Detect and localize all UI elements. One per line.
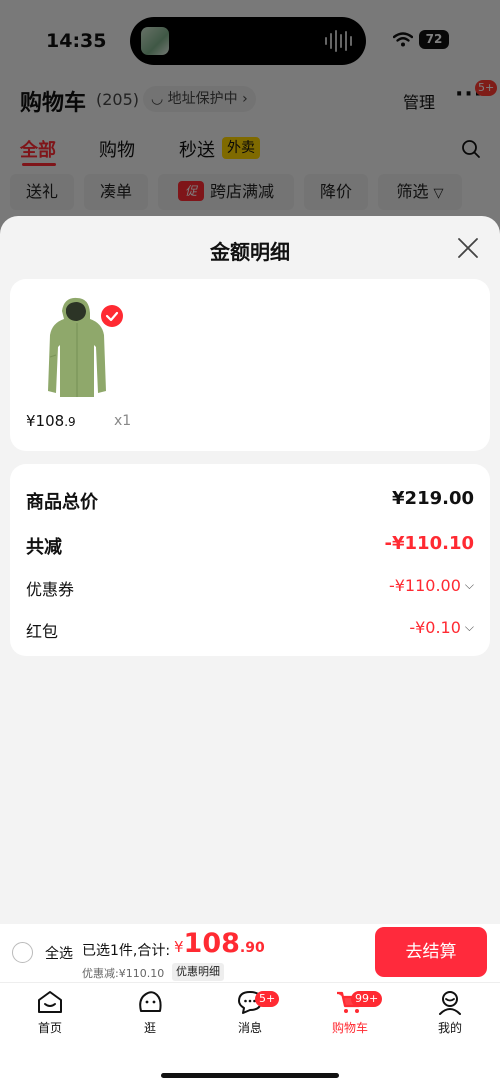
selected-check-icon[interactable]	[101, 305, 123, 327]
select-all-label[interactable]: 全选	[45, 943, 73, 963]
price-breakdown-card: 商品总价 ¥219.00 共减 -¥110.10 优惠券 -¥110.00 ⌵ 红…	[10, 464, 490, 656]
row-coupon[interactable]: 优惠券 -¥110.00 ⌵	[26, 576, 474, 604]
total-price: ¥108.90	[174, 928, 265, 959]
nav-browse[interactable]: 逛	[115, 989, 185, 1036]
row-red-packet[interactable]: 红包 -¥0.10 ⌵	[26, 618, 474, 646]
product-quantity: x1	[114, 413, 132, 429]
product-price: ¥108.9	[26, 412, 76, 430]
nav-home[interactable]: 首页	[15, 989, 85, 1036]
nav-profile[interactable]: 我的	[415, 989, 485, 1036]
nav-messages[interactable]: 消息 5+	[215, 989, 285, 1036]
amount-detail-sheet: 金额明细 ¥108.9 x1 商品总价 ¥219.00 共减 -¥110.10 …	[0, 216, 500, 924]
selection-summary: 已选1件,合计:	[82, 943, 171, 959]
messages-badge: 5+	[255, 991, 280, 1007]
discount-detail-button[interactable]: 优惠明细	[172, 963, 224, 981]
profile-icon	[439, 991, 461, 1015]
select-all-radio[interactable]	[12, 942, 33, 963]
chevron-down-icon: ⌵	[464, 578, 474, 592]
chevron-down-icon: ⌵	[464, 620, 474, 634]
cart-badge: 99+	[351, 991, 383, 1007]
checkout-bar: 全选 已选1件,合计: ¥108.90 优惠减:¥110.10 优惠明细 去结算	[0, 924, 500, 982]
home-indicator	[161, 1073, 339, 1078]
row-total-discount: 共减 -¥110.10	[26, 533, 474, 558]
home-icon	[38, 991, 62, 1013]
row-goods-total: 商品总价 ¥219.00	[26, 488, 474, 513]
sheet-title: 金额明细	[210, 240, 290, 264]
bottom-tab-bar: 首页 逛 消息 5+ 购物车 99+ 我的	[0, 982, 500, 1087]
nav-cart[interactable]: 购物车 99+	[315, 989, 385, 1036]
discount-amount: 优惠减:¥110.10	[82, 967, 165, 980]
selected-product-card: ¥108.9 x1	[10, 279, 490, 451]
checkout-button[interactable]: 去结算	[375, 927, 487, 977]
close-icon[interactable]	[456, 236, 480, 260]
browse-face-icon	[139, 991, 162, 1012]
